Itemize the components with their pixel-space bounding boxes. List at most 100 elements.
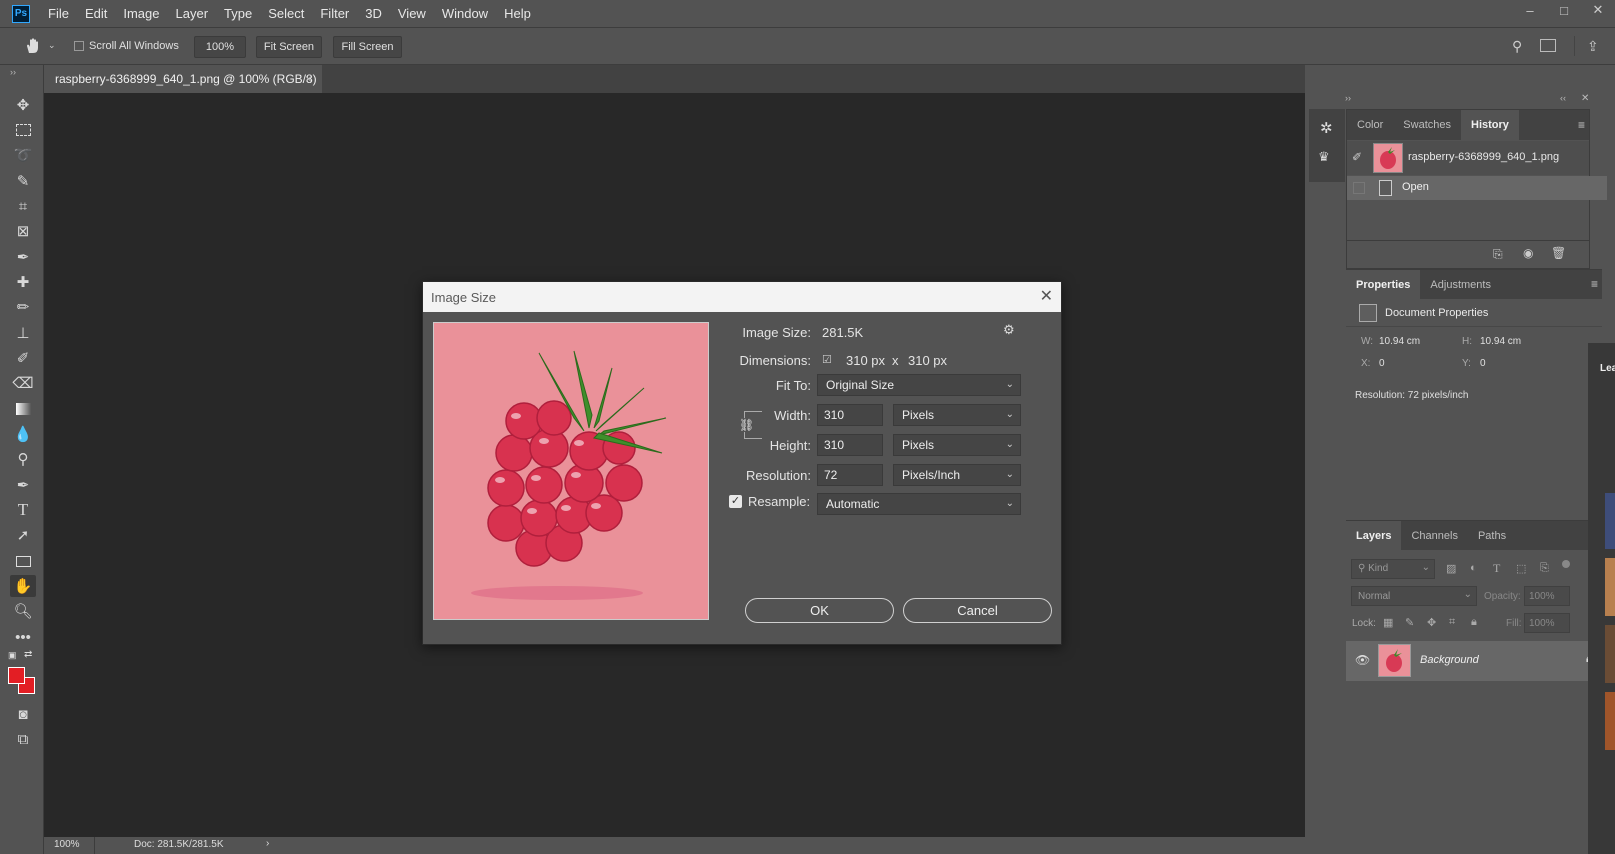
eraser-tool-icon[interactable]: ⌫: [10, 372, 36, 394]
fill-field[interactable]: 100%: [1524, 613, 1570, 633]
navigator-icon[interactable]: ✲: [1320, 119, 1333, 137]
document-tab[interactable]: raspberry-6368999_640_1.png @ 100% (RGB/…: [44, 65, 322, 93]
rectangle-tool-icon[interactable]: [10, 550, 36, 572]
smart-object-filter-icon[interactable]: ⎘: [1540, 562, 1549, 575]
library-thumbnail[interactable]: [1605, 558, 1615, 616]
tab-history[interactable]: History: [1461, 110, 1519, 140]
menu-layer[interactable]: Layer: [168, 0, 217, 27]
fit-screen-button[interactable]: Fit Screen: [256, 36, 322, 58]
type-filter-icon[interactable]: T: [1493, 561, 1500, 576]
resolution-unit-select[interactable]: Pixels/Inch ⌄: [893, 464, 1021, 486]
menu-window[interactable]: Window: [434, 0, 496, 27]
layer-row[interactable]: 👁︎ Background 🔒︎: [1346, 641, 1602, 681]
history-brush-source-icon[interactable]: ✐: [1352, 150, 1362, 164]
width-input[interactable]: 310: [817, 404, 883, 426]
close-tab-icon[interactable]: ×: [305, 72, 312, 86]
hand-tool-icon[interactable]: [24, 37, 42, 58]
tab-layers[interactable]: Layers: [1346, 521, 1402, 551]
ok-button[interactable]: OK: [745, 598, 894, 623]
eyedropper-tool-icon[interactable]: ✒: [10, 246, 36, 268]
collapse-dock-icon[interactable]: ‹‹: [1560, 93, 1566, 103]
menu-type[interactable]: Type: [216, 0, 260, 27]
history-step-row[interactable]: Open: [1347, 176, 1607, 200]
marquee-tool-icon[interactable]: [10, 119, 36, 141]
cancel-button[interactable]: Cancel: [903, 598, 1052, 623]
eye-icon[interactable]: 👁︎: [1355, 653, 1370, 667]
menu-view[interactable]: View: [390, 0, 434, 27]
quick-mask-icon[interactable]: ◙: [10, 703, 36, 725]
menu-edit[interactable]: Edit: [77, 0, 115, 27]
crop-tool-icon[interactable]: ⌗: [10, 195, 36, 217]
path-selection-tool-icon[interactable]: ➚: [10, 524, 36, 546]
dodge-tool-icon[interactable]: ⚲: [10, 448, 36, 470]
search-icon[interactable]: ⚲: [1512, 38, 1522, 55]
lock-artboard-icon[interactable]: ⌗: [1449, 616, 1455, 629]
resolution-input[interactable]: 72: [817, 464, 883, 486]
lasso-tool-icon[interactable]: ➰: [10, 144, 36, 166]
filter-toggle-icon[interactable]: [1562, 560, 1570, 568]
width-value[interactable]: 10.94 cm: [1379, 336, 1420, 347]
more-tools-icon[interactable]: •••: [10, 626, 36, 648]
layer-kind-filter[interactable]: ⚲ Kind ⌄: [1351, 559, 1435, 579]
camera-icon[interactable]: ◉: [1523, 246, 1533, 260]
share-icon[interactable]: ⇪: [1587, 38, 1599, 55]
brush-tool-icon[interactable]: ✏: [10, 296, 36, 318]
lock-all-icon[interactable]: 🔒︎: [1471, 616, 1477, 629]
resample-select[interactable]: Automatic ⌄: [817, 493, 1021, 515]
library-thumbnail[interactable]: [1605, 493, 1615, 549]
image-preview[interactable]: [433, 322, 709, 620]
library-thumbnail[interactable]: [1605, 692, 1615, 750]
gear-icon[interactable]: ⚙: [1003, 322, 1015, 338]
menu-file[interactable]: File: [40, 0, 77, 27]
workspace-icon[interactable]: [1540, 39, 1556, 52]
screen-mode-icon[interactable]: ⧉: [10, 728, 36, 750]
scroll-all-windows-checkbox[interactable]: [74, 41, 84, 51]
fit-to-select[interactable]: Original Size ⌄: [817, 374, 1021, 396]
lock-transparent-icon[interactable]: ▦: [1383, 616, 1393, 629]
close-window-button[interactable]: ✕: [1581, 0, 1615, 20]
blend-mode-select[interactable]: Normal ⌄: [1351, 586, 1477, 606]
tab-channels[interactable]: Channels: [1401, 521, 1467, 551]
swap-colors-icon[interactable]: ⇄: [24, 649, 32, 660]
pixel-filter-icon[interactable]: ▨: [1446, 562, 1456, 575]
height-unit-select[interactable]: Pixels ⌄: [893, 434, 1021, 456]
clone-stamp-tool-icon[interactable]: ⊥: [10, 322, 36, 344]
history-menu-icon[interactable]: ≡: [1578, 118, 1585, 132]
menu-3d[interactable]: 3D: [357, 0, 390, 27]
menu-help[interactable]: Help: [496, 0, 539, 27]
minimize-button[interactable]: –: [1513, 0, 1547, 20]
foreground-color-swatch[interactable]: [8, 667, 25, 684]
menu-filter[interactable]: Filter: [312, 0, 357, 27]
dimensions-dropdown-icon[interactable]: ☑: [822, 353, 832, 366]
adjustment-filter-icon[interactable]: ◐: [1470, 562, 1477, 574]
tab-paths[interactable]: Paths: [1468, 521, 1516, 551]
gradient-tool-icon[interactable]: [10, 398, 36, 420]
link-icon[interactable]: ⛓: [739, 418, 755, 432]
frame-tool-icon[interactable]: ⊠: [10, 220, 36, 242]
default-colors-icon[interactable]: ▣: [8, 650, 17, 661]
resample-checkbox[interactable]: ✓: [729, 495, 742, 508]
pen-tool-icon[interactable]: ✒: [10, 474, 36, 496]
history-brush-tool-icon[interactable]: ✐: [10, 347, 36, 369]
move-tool-icon[interactable]: ✥: [10, 94, 36, 116]
close-icon[interactable]: ✕: [1040, 286, 1053, 306]
zoom-100-button[interactable]: 100%: [194, 36, 246, 58]
histogram-icon[interactable]: ♛: [1318, 149, 1330, 165]
fill-screen-button[interactable]: Fill Screen: [333, 36, 402, 58]
status-chevron-icon[interactable]: ›: [266, 838, 269, 849]
zoom-tool-icon[interactable]: 🔍︎: [10, 600, 36, 622]
tab-color[interactable]: Color: [1347, 110, 1393, 140]
status-zoom[interactable]: 100%: [54, 839, 80, 850]
properties-menu-icon[interactable]: ≡: [1591, 277, 1598, 291]
tab-adjustments[interactable]: Adjustments: [1420, 270, 1501, 300]
menu-image[interactable]: Image: [115, 0, 167, 27]
menu-select[interactable]: Select: [260, 0, 312, 27]
history-step-checkbox[interactable]: [1353, 182, 1365, 194]
tab-properties[interactable]: Properties: [1346, 270, 1421, 300]
x-value[interactable]: 0: [1379, 358, 1385, 369]
new-document-from-state-icon[interactable]: ⎘: [1493, 247, 1503, 262]
height-input[interactable]: 310: [817, 434, 883, 456]
tab-swatches[interactable]: Swatches: [1393, 110, 1461, 140]
opacity-field[interactable]: 100%: [1524, 586, 1570, 606]
tool-preset-chevron-icon[interactable]: ⌄: [48, 40, 56, 51]
